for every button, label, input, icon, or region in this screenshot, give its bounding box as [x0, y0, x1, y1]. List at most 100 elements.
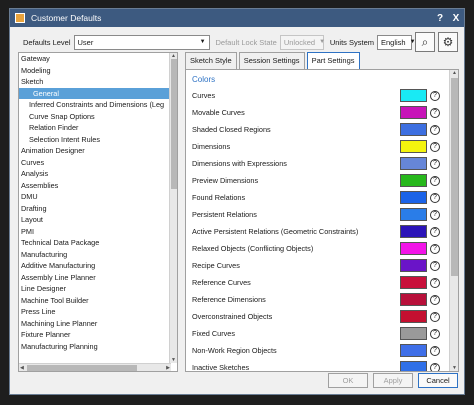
help-icon[interactable]: ? [430, 362, 440, 371]
gear-icon: ⚙ [442, 35, 454, 49]
defaults-level-value: User [77, 37, 94, 47]
tree-item[interactable]: Curves [19, 157, 177, 169]
tree-item[interactable]: Drafting [19, 203, 177, 215]
tab-sketch-style[interactable]: Sketch Style [185, 52, 237, 69]
help-icon[interactable]: ? [430, 158, 440, 169]
tab-part-settings[interactable]: Part Settings [306, 52, 360, 70]
help-icon[interactable]: ? [430, 328, 440, 339]
tree-item[interactable]: Analysis [19, 168, 177, 180]
help-icon[interactable]: ? [430, 311, 440, 322]
color-swatch[interactable] [400, 361, 427, 371]
scroll-up-arrow-icon[interactable]: ▲ [452, 70, 457, 76]
scroll-down-arrow-icon[interactable]: ▼ [171, 357, 176, 363]
color-swatch[interactable] [400, 123, 427, 136]
color-setting-label: Preview Dimensions [192, 176, 259, 185]
color-swatch[interactable] [400, 208, 427, 221]
tree-item[interactable]: General [19, 87, 177, 99]
tree-item[interactable]: Modeling [19, 65, 177, 77]
tree-item[interactable]: Technical Data Package [19, 237, 177, 249]
help-icon[interactable]: ? [430, 294, 440, 305]
color-swatch[interactable] [400, 293, 427, 306]
tree-item[interactable]: Machine Tool Builder [19, 295, 177, 307]
tree-item[interactable]: Inferred Constraints and Dimensions (Leg [19, 99, 177, 111]
color-swatch[interactable] [400, 225, 427, 238]
lock-state-select[interactable]: Unlocked ▼ [279, 34, 326, 50]
color-setting-row: Relaxed Objects (Conflicting Objects)? [186, 240, 458, 257]
color-swatch[interactable] [400, 242, 427, 255]
color-setting-row: Overconstrained Objects? [186, 308, 458, 325]
tree-item[interactable]: Additive Manufacturing [19, 260, 177, 272]
tree-item[interactable]: Layout [19, 214, 177, 226]
find-binoculars-button[interactable]: ⌕ [415, 32, 435, 52]
color-swatch[interactable] [400, 310, 427, 323]
scroll-right-arrow-icon[interactable]: ▶ [166, 365, 170, 371]
tree-item[interactable]: Machining Line Planner [19, 318, 177, 330]
help-icon[interactable]: ? [432, 13, 448, 24]
tree-item[interactable]: Assemblies [19, 180, 177, 192]
color-swatch[interactable] [400, 140, 427, 153]
color-setting-row: Found Relations? [186, 189, 458, 206]
tree-horizontal-scrollbar[interactable]: ◀ ▶ [19, 363, 171, 371]
category-tree[interactable]: Gateway Modeling Sketch General Inferred Con… [18, 52, 178, 372]
help-icon[interactable]: ? [430, 243, 440, 254]
color-setting-label: Relaxed Objects (Conflicting Objects) [192, 244, 314, 253]
color-swatch[interactable] [400, 259, 427, 272]
tree-item[interactable]: Line Designer [19, 283, 177, 295]
tree-item[interactable]: Animation Designer [19, 145, 177, 157]
help-icon[interactable]: ? [430, 90, 440, 101]
color-swatch[interactable] [400, 157, 427, 170]
help-icon[interactable]: ? [430, 107, 440, 118]
color-swatch[interactable] [400, 174, 427, 187]
color-setting-row: Fixed Curves? [186, 325, 458, 342]
scroll-down-arrow-icon[interactable]: ▼ [452, 365, 457, 371]
tree-item[interactable]: Sketch [19, 76, 177, 88]
color-setting-row: Shaded Closed Regions? [186, 121, 458, 138]
top-toolbar: Defaults Level User ▼ Default Lock State… [10, 31, 464, 53]
tree-vertical-scrollbar[interactable]: ▲ ▼ [169, 53, 177, 363]
color-swatch[interactable] [400, 327, 427, 340]
color-setting-row: Non-Work Region Objects? [186, 342, 458, 359]
help-icon[interactable]: ? [430, 345, 440, 356]
defaults-level-select[interactable]: User ▼ [73, 34, 210, 50]
tree-item[interactable]: PMI [19, 226, 177, 238]
color-swatch[interactable] [400, 106, 427, 119]
settings-scroll-thumb[interactable] [451, 78, 458, 276]
tree-item[interactable]: Gateway [19, 53, 177, 65]
help-icon[interactable]: ? [430, 260, 440, 271]
color-swatch[interactable] [400, 344, 427, 357]
tree-item[interactable]: Manufacturing [19, 249, 177, 261]
tree-scroll-thumb[interactable] [171, 59, 177, 189]
color-swatch[interactable] [400, 191, 427, 204]
settings-vertical-scrollbar[interactable]: ▲ ▼ [449, 70, 458, 371]
tree-item[interactable]: Press Line [19, 306, 177, 318]
settings-button[interactable]: ⚙ [438, 32, 458, 52]
tree-item[interactable]: DMU [19, 191, 177, 203]
color-swatch[interactable] [400, 89, 427, 102]
ok-button[interactable]: OK [328, 373, 368, 388]
chevron-down-icon: ▼ [319, 39, 326, 45]
tree-item[interactable]: Relation Finder [19, 122, 177, 134]
scroll-left-arrow-icon[interactable]: ◀ [20, 365, 24, 371]
tree-hscroll-thumb[interactable] [27, 365, 137, 371]
cancel-button[interactable]: Cancel [418, 373, 458, 388]
tree-item[interactable]: Manufacturing Planning [19, 341, 177, 353]
close-icon[interactable]: X [448, 13, 464, 24]
apply-button[interactable]: Apply [373, 373, 413, 388]
tree-item[interactable]: Curve Snap Options [19, 111, 177, 123]
tab-session-settings[interactable]: Session Settings [238, 52, 305, 69]
tree-item[interactable]: Selection Intent Rules [19, 134, 177, 146]
help-icon[interactable]: ? [430, 209, 440, 220]
help-icon[interactable]: ? [430, 277, 440, 288]
units-system-select[interactable]: English ▼ [377, 34, 416, 50]
tree-item[interactable]: Fixture Planner [19, 329, 177, 341]
help-icon[interactable]: ? [430, 192, 440, 203]
help-icon[interactable]: ? [430, 141, 440, 152]
color-setting-label: Active Persistent Relations (Geometric C… [192, 227, 359, 236]
help-icon[interactable]: ? [430, 226, 440, 237]
color-setting-row: Active Persistent Relations (Geometric C… [186, 223, 458, 240]
tree-item[interactable]: Assembly Line Planner [19, 272, 177, 284]
color-swatch[interactable] [400, 276, 427, 289]
customer-defaults-dialog: Customer Defaults ? X Defaults Level Use… [9, 8, 465, 395]
help-icon[interactable]: ? [430, 124, 440, 135]
help-icon[interactable]: ? [430, 175, 440, 186]
